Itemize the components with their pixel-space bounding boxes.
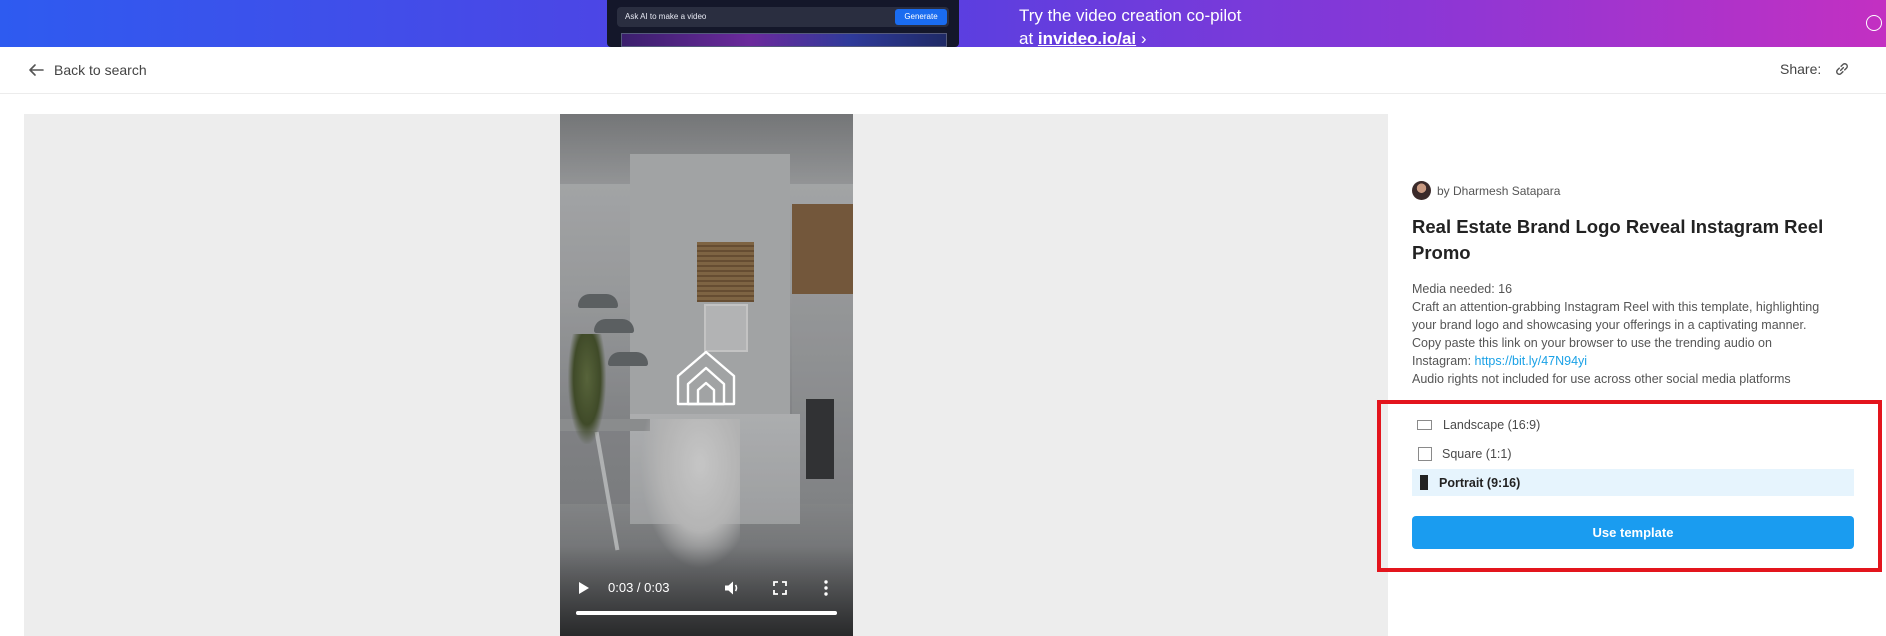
fullscreen-icon[interactable] xyxy=(772,580,788,596)
mock-prompt-input: Ask AI to make a video Generate xyxy=(617,7,949,27)
link-icon[interactable] xyxy=(1833,60,1851,78)
audio-link[interactable]: https://bit.ly/47N94yi xyxy=(1475,354,1588,368)
description-line: your brand logo and showcasing your offe… xyxy=(1412,318,1807,332)
media-needed: Media needed: 16 xyxy=(1412,282,1513,296)
ratio-label: Portrait (9:16) xyxy=(1439,475,1521,490)
avatar xyxy=(1412,181,1431,200)
landscape-icon xyxy=(1417,419,1432,430)
invideo-ai-link[interactable]: invideo.io/ai xyxy=(1038,29,1136,47)
back-label: Back to search xyxy=(54,62,147,78)
video-time: 0:03 / 0:03 xyxy=(608,580,670,595)
banner-line-2: at invideo.io/ai › xyxy=(1019,27,1241,47)
video-progress-fill xyxy=(576,611,837,615)
play-icon[interactable] xyxy=(575,580,591,596)
template-description: Media needed: 16 Craft an attention-grab… xyxy=(1412,280,1862,388)
video-progress-bar[interactable] xyxy=(576,611,837,615)
share-label: Share: xyxy=(1780,61,1822,77)
ratio-option-landscape[interactable]: Landscape (16:9) xyxy=(1412,411,1854,438)
banner-text: Try the video creation co-pilot at invid… xyxy=(1019,4,1241,47)
banner-ai-mockup: Ask AI to make a video Generate xyxy=(607,0,959,47)
description-line: Copy paste this link on your browser to … xyxy=(1412,336,1772,350)
promo-banner[interactable]: Ask AI to make a video Generate Try the … xyxy=(0,0,1886,47)
description-line: Craft an attention-grabbing Instagram Re… xyxy=(1412,300,1820,314)
banner-line-2-prefix: at xyxy=(1019,29,1038,47)
ratio-option-portrait[interactable]: Portrait (9:16) xyxy=(1412,469,1854,496)
audio-prefix: Instagram: xyxy=(1412,354,1475,368)
top-bar: Back to search Share: xyxy=(0,47,1886,94)
ratio-option-square[interactable]: Square (1:1) xyxy=(1412,440,1854,467)
mock-video-preview xyxy=(621,33,947,47)
use-template-button[interactable]: Use template xyxy=(1412,516,1854,549)
share-area: Share: xyxy=(1780,60,1851,78)
author-name: by Dharmesh Satapara xyxy=(1437,183,1561,198)
more-options-icon[interactable] xyxy=(818,579,834,597)
video-controls-gradient xyxy=(560,546,853,636)
house-logo-icon xyxy=(676,350,736,406)
banner-line-1: Try the video creation co-pilot xyxy=(1019,6,1242,25)
volume-icon[interactable] xyxy=(723,579,741,597)
template-title: Real Estate Brand Logo Reveal Instagram … xyxy=(1412,216,1824,263)
portrait-icon xyxy=(1420,475,1428,490)
ratio-label: Landscape (16:9) xyxy=(1443,417,1541,432)
audio-link-line: Instagram: https://bit.ly/47N94yi xyxy=(1412,352,1862,370)
ratio-label: Square (1:1) xyxy=(1442,446,1512,461)
banner-close-icon[interactable] xyxy=(1866,15,1882,31)
mock-generate-button: Generate xyxy=(895,9,947,25)
author-row: by Dharmesh Satapara xyxy=(1412,181,1560,200)
mock-prompt-text: Ask AI to make a video xyxy=(625,12,707,21)
audio-rights-note: Audio rights not included for use across… xyxy=(1412,372,1791,386)
chevron-right-icon: › xyxy=(1140,29,1147,47)
video-player[interactable]: 0:03 / 0:03 xyxy=(560,114,853,636)
square-icon xyxy=(1418,446,1432,461)
arrow-left-icon xyxy=(29,64,44,76)
back-to-search-button[interactable]: Back to search xyxy=(26,60,147,80)
